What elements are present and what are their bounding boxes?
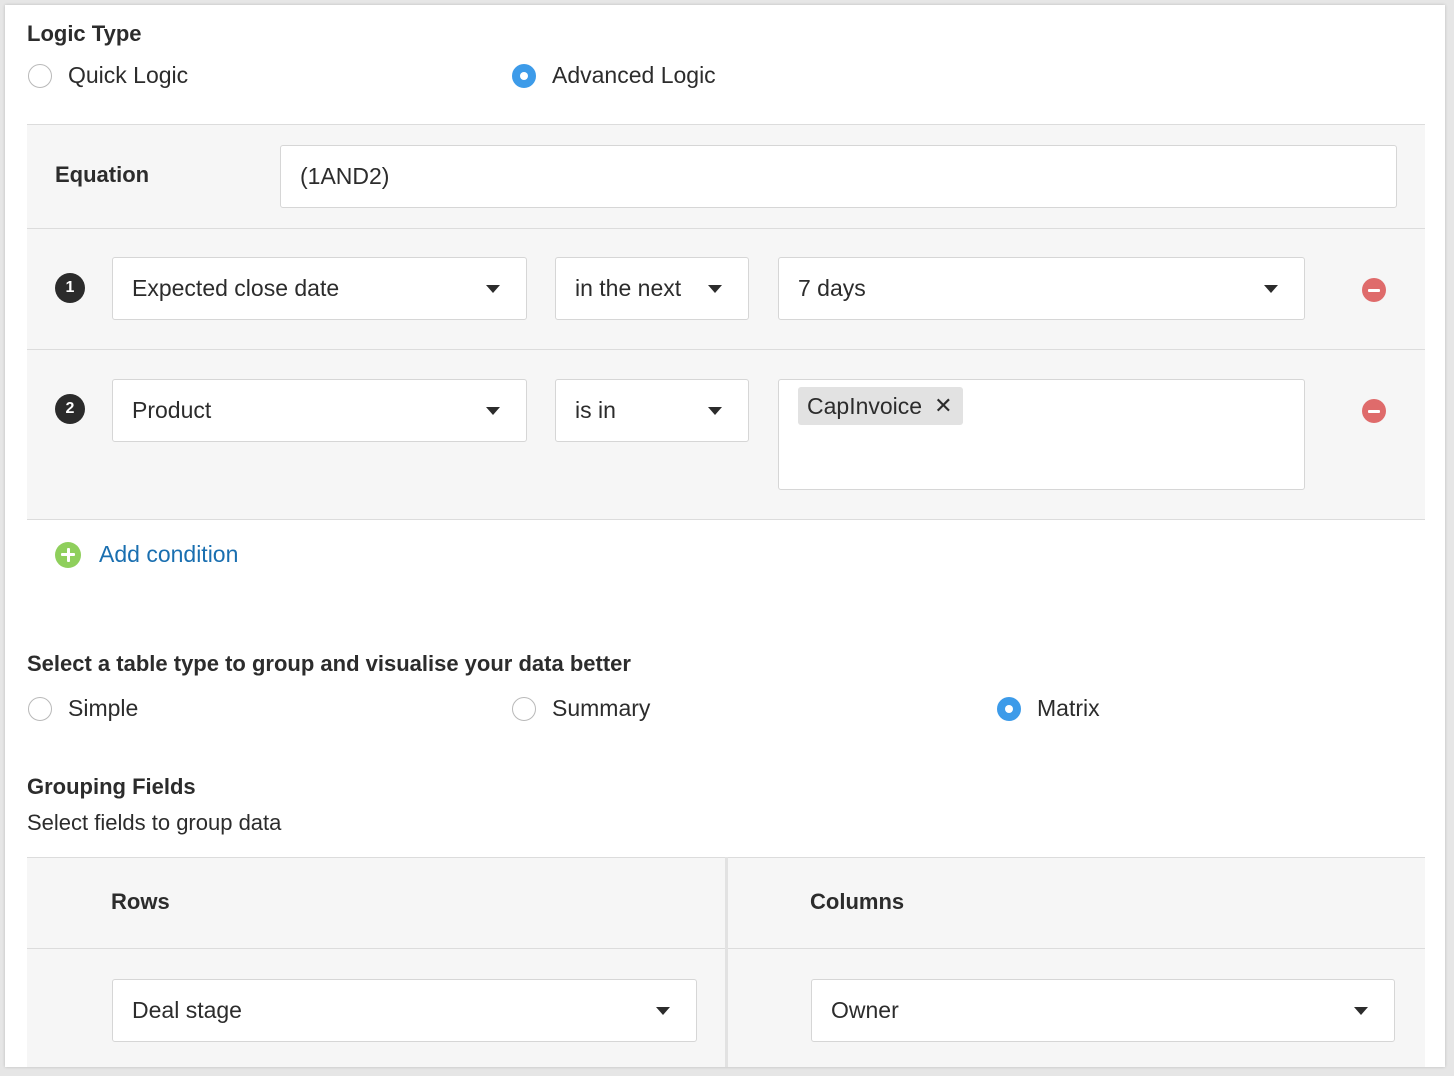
equation-label: Equation <box>55 162 150 187</box>
columns-group-value: Owner <box>831 997 899 1023</box>
radio-checked-icon <box>512 63 536 88</box>
add-condition-label: Add condition <box>99 541 239 567</box>
grouping-fields-subtext: Select fields to group data <box>27 810 282 835</box>
condition-2-field-value: Product <box>132 397 212 423</box>
condition-1-field-value: Expected close date <box>132 275 340 301</box>
logic-type-heading: Logic Type <box>27 21 142 46</box>
condition-1-field-select[interactable]: Expected close date <box>112 257 527 320</box>
divider <box>27 124 1425 125</box>
condition-number-badge: 1 <box>55 273 85 303</box>
remove-tag-icon[interactable]: ✕ <box>934 395 952 417</box>
chevron-down-icon <box>708 284 722 293</box>
remove-condition-2-icon[interactable] <box>1362 399 1386 423</box>
rows-group-value: Deal stage <box>132 997 242 1023</box>
column-divider <box>725 857 728 1067</box>
divider <box>27 349 1425 350</box>
chevron-down-icon <box>1354 1006 1368 1015</box>
columns-header: Columns <box>810 889 905 914</box>
radio-checked-icon <box>997 696 1021 721</box>
divider <box>27 519 1425 520</box>
columns-group-select[interactable]: Owner <box>811 979 1395 1042</box>
condition-1-value: 7 days <box>798 275 866 301</box>
add-icon <box>55 541 81 568</box>
grouping-fields-heading: Grouping Fields <box>27 774 196 799</box>
rows-header: Rows <box>111 889 170 914</box>
condition-1-value-select[interactable]: 7 days <box>778 257 1305 320</box>
product-tag: CapInvoice ✕ <box>798 387 963 425</box>
summary-radio[interactable]: Summary <box>512 695 650 722</box>
quick-logic-radio[interactable]: Quick Logic <box>28 62 188 89</box>
simple-label: Simple <box>68 695 139 721</box>
chevron-down-icon <box>486 284 500 293</box>
quick-logic-label: Quick Logic <box>68 62 189 88</box>
equation-input[interactable]: (1AND2) <box>280 145 1397 208</box>
condition-1-operator-value: in the next <box>575 275 682 301</box>
matrix-label: Matrix <box>1037 695 1100 721</box>
radio-icon <box>28 696 52 721</box>
chevron-down-icon <box>1264 284 1278 293</box>
radio-icon <box>512 696 536 721</box>
condition-number-badge: 2 <box>55 394 85 424</box>
remove-condition-1-icon[interactable] <box>1362 278 1386 302</box>
simple-radio[interactable]: Simple <box>28 695 138 722</box>
advanced-logic-radio[interactable]: Advanced Logic <box>512 62 716 89</box>
condition-2-operator-value: is in <box>575 397 616 423</box>
chevron-down-icon <box>486 406 500 415</box>
condition-2-field-select[interactable]: Product <box>112 379 527 442</box>
advanced-logic-label: Advanced Logic <box>552 62 716 88</box>
matrix-radio[interactable]: Matrix <box>997 695 1100 722</box>
rows-group-select[interactable]: Deal stage <box>112 979 697 1042</box>
table-type-heading: Select a table type to group and visuali… <box>27 651 631 676</box>
condition-2-tag-input[interactable]: CapInvoice ✕ <box>778 379 1305 490</box>
equation-value: (1AND2) <box>300 163 390 189</box>
product-tag-label: CapInvoice <box>807 392 923 419</box>
report-filter-panel: Logic Type Quick Logic Advanced Logic Eq… <box>5 5 1445 1067</box>
divider <box>27 228 1425 229</box>
chevron-down-icon <box>656 1006 670 1015</box>
condition-1-operator-select[interactable]: in the next <box>555 257 749 320</box>
add-condition-button[interactable]: Add condition <box>55 541 238 568</box>
radio-icon <box>28 63 52 88</box>
summary-label: Summary <box>552 695 651 721</box>
condition-2-operator-select[interactable]: is in <box>555 379 749 442</box>
chevron-down-icon <box>708 406 722 415</box>
